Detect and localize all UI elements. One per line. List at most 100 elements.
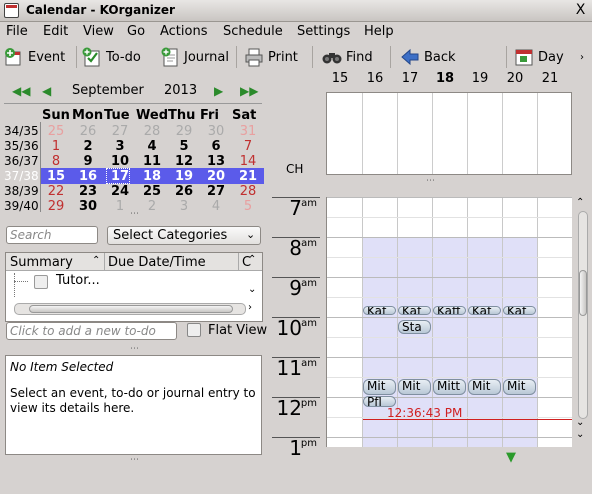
event-mittag[interactable]: Mit [468, 379, 501, 395]
day-cell[interactable]: 25 [40, 124, 72, 139]
day-cell[interactable]: 3 [168, 199, 200, 214]
event-mittag[interactable]: Mitt [433, 379, 466, 395]
day-cell[interactable]: 11 [136, 154, 168, 169]
day-cell[interactable]: 24 [104, 184, 136, 199]
day-cell[interactable]: 20 [200, 169, 232, 184]
event-kaffee[interactable]: Kaf [363, 306, 396, 315]
year-label[interactable]: 2013 [164, 83, 197, 98]
event-kaffee[interactable]: Kaf [503, 306, 536, 315]
day-column-header[interactable]: 20 [497, 71, 533, 86]
day-column-header[interactable]: 18 [427, 71, 463, 86]
todo-list[interactable]: Summary ⌃ Due Date/Time C Tutor... [5, 252, 263, 322]
day-cell[interactable]: 28 [136, 124, 168, 139]
next-year-icon[interactable]: ▶▶ [240, 84, 258, 98]
day-column-header[interactable]: 15 [322, 71, 358, 86]
event-sta[interactable]: Sta [398, 320, 431, 334]
event-mittag[interactable]: Mit [363, 379, 396, 395]
quick-add-todo-input[interactable]: Click to add a new to-do [6, 322, 177, 340]
day-cell[interactable]: 25 [136, 184, 168, 199]
day-cell[interactable]: 29 [40, 199, 72, 214]
day-cell[interactable]: 21 [232, 169, 264, 184]
search-input[interactable]: Search [6, 226, 98, 244]
agenda-grid[interactable]: Kaf Kaf Kaff Kaf Kaf Sta Mit Mit Mitt Mit Mit Pfl 12… [326, 197, 572, 447]
menu-edit[interactable]: Edit [43, 24, 68, 39]
day-cell[interactable]: 1 [104, 199, 136, 214]
menu-schedule[interactable]: Schedule [223, 24, 283, 39]
previous-year-icon[interactable]: ◀◀ [12, 84, 30, 98]
day-view-button[interactable]: Day [514, 46, 564, 68]
day-cell[interactable]: 15 [40, 169, 72, 184]
day-cell[interactable]: 2 [72, 139, 104, 154]
resize-grip[interactable]: ⋯ [130, 455, 139, 465]
scroll-up-icon[interactable]: ⌃ [576, 197, 584, 208]
week-number[interactable]: 37/38 [4, 169, 39, 183]
day-cell[interactable]: 28 [232, 184, 264, 199]
more-events-down-icon[interactable]: ▼ [506, 450, 516, 465]
menu-help[interactable]: Help [364, 24, 394, 39]
day-cell[interactable]: 19 [168, 169, 200, 184]
toolbar-overflow-icon[interactable]: › [580, 52, 584, 63]
day-column-header[interactable]: 21 [532, 71, 568, 86]
month-label[interactable]: September [72, 83, 144, 98]
new-todo-button[interactable]: To-do [82, 46, 141, 68]
menu-actions[interactable]: Actions [160, 24, 208, 39]
day-cell[interactable]: 22 [40, 184, 72, 199]
day-column-header[interactable]: 16 [357, 71, 393, 86]
day-cell[interactable]: 30 [200, 124, 232, 139]
day-cell[interactable]: 30 [72, 199, 104, 214]
event-mittag[interactable]: Mit [503, 379, 536, 395]
day-cell[interactable]: 18 [136, 169, 168, 184]
day-cell[interactable]: 5 [168, 139, 200, 154]
day-cell[interactable]: 5 [232, 199, 264, 214]
scroll-down-icon[interactable]: ⌄ [576, 417, 584, 428]
flat-view-checkbox[interactable] [187, 323, 201, 337]
day-cell[interactable]: 27 [200, 184, 232, 199]
day-cell[interactable]: 6 [200, 139, 232, 154]
day-cell[interactable]: 12 [168, 154, 200, 169]
day-cell[interactable]: 8 [40, 154, 72, 169]
scroll-thumb[interactable] [29, 305, 233, 313]
vertical-scrollbar[interactable]: ⌃ ⌄ ⌄ [576, 197, 590, 445]
scroll-down-icon[interactable]: ⌄ [248, 284, 256, 295]
day-cell[interactable]: 17 [104, 169, 136, 184]
day-cell[interactable]: 13 [200, 154, 232, 169]
horizontal-scrollbar[interactable] [14, 303, 246, 315]
next-month-icon[interactable]: ▶ [214, 84, 228, 98]
close-icon[interactable]: X [572, 2, 589, 19]
week-number[interactable]: 36/37 [4, 154, 39, 168]
day-cell[interactable]: 4 [136, 139, 168, 154]
column-due-date[interactable]: Due Date/Time [108, 255, 206, 270]
week-number[interactable]: 35/36 [4, 139, 39, 153]
day-cell[interactable]: 27 [104, 124, 136, 139]
previous-month-icon[interactable]: ◀ [42, 84, 56, 98]
event-kaffee[interactable]: Kaf [398, 306, 431, 315]
day-cell[interactable]: 29 [168, 124, 200, 139]
scroll-track[interactable] [578, 211, 588, 419]
day-cell[interactable]: 2 [136, 199, 168, 214]
new-journal-button[interactable]: Journal [160, 46, 229, 68]
event-kaffee[interactable]: Kaf [468, 306, 501, 315]
day-cell[interactable]: 26 [168, 184, 200, 199]
day-cell[interactable]: 10 [104, 154, 136, 169]
week-number[interactable]: 39/40 [4, 199, 39, 213]
event-mittag[interactable]: Mit [398, 379, 431, 395]
scroll-up-icon[interactable]: ⌃ [248, 254, 256, 265]
day-cell[interactable]: 1 [40, 139, 72, 154]
day-cell[interactable]: 16 [72, 169, 104, 184]
scroll-thumb[interactable] [579, 270, 587, 316]
day-cell[interactable]: 4 [200, 199, 232, 214]
day-column-header[interactable]: 17 [392, 71, 428, 86]
week-number[interactable]: 38/39 [4, 184, 39, 198]
resize-grip[interactable]: ⋯ [130, 344, 139, 354]
day-cell[interactable]: 14 [232, 154, 264, 169]
day-cell[interactable]: 7 [232, 139, 264, 154]
all-day-events-area[interactable] [326, 92, 572, 175]
print-button[interactable]: Print [244, 46, 298, 68]
category-select[interactable]: Select Categories ⌄ [107, 226, 261, 245]
scroll-right-icon[interactable]: › [248, 302, 252, 313]
day-cell[interactable]: 31 [232, 124, 264, 139]
todo-checkbox[interactable] [34, 275, 48, 289]
week-number[interactable]: 34/35 [4, 124, 39, 138]
todo-item-summary[interactable]: Tutor... [56, 273, 100, 288]
find-button[interactable]: Find [322, 46, 373, 68]
